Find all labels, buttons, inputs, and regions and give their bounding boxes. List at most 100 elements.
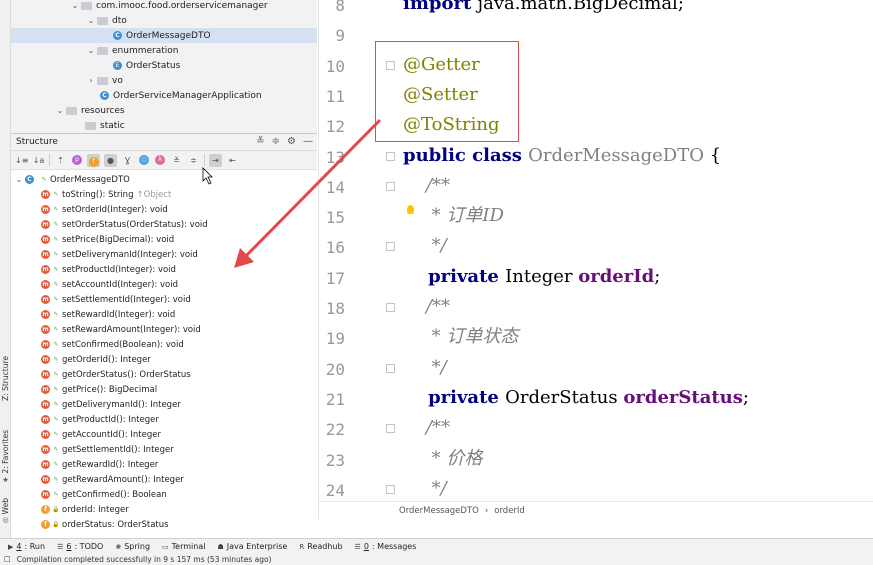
show-non-public-icon[interactable]: ●: [104, 153, 117, 167]
structure-side-tab[interactable]: Z: Structure: [0, 356, 11, 401]
expand-icon[interactable]: ≚: [170, 154, 183, 167]
tool-window-spring[interactable]: ❀ Spring: [115, 542, 150, 551]
show-properties-icon[interactable]: p: [72, 155, 82, 165]
tool-window-terminal[interactable]: ▭ Terminal: [162, 542, 205, 551]
tree-item-resources[interactable]: ⌄ resources: [54, 103, 125, 118]
structure-member[interactable]: m ✎ getSettlementId(): Integer: [41, 442, 174, 457]
structure-member[interactable]: f 🔒 orderId: Integer: [41, 502, 129, 517]
public-icon: ✎: [53, 296, 59, 303]
method-icon: m: [41, 265, 50, 274]
sort-by-visibility-icon[interactable]: ↓≡: [15, 154, 28, 167]
structure-member[interactable]: m ✎ getRewardId(): Integer: [41, 457, 158, 472]
structure-member[interactable]: m ✎ getOrderStatus(): OrderStatus: [41, 367, 191, 382]
fold-marker-icon[interactable]: [386, 363, 395, 373]
web-side-tab-label: Web: [1, 498, 10, 515]
structure-member[interactable]: m ✎ setDeliverymanId(Integer): void: [41, 247, 198, 262]
fold-marker-icon[interactable]: [386, 151, 395, 161]
breadcrumb-member[interactable]: orderId: [494, 506, 525, 516]
tool-window-java-enterprise[interactable]: ☗ Java Enterprise: [217, 542, 287, 551]
structure-member[interactable]: m ✎ setRewardAmount(Integer): void: [41, 322, 201, 337]
line-number: 10: [325, 56, 345, 76]
favorites-side-tab[interactable]: 2: Favorites ★: [0, 430, 11, 484]
tool-window-readhub[interactable]: R Readhub: [299, 542, 342, 551]
tree-item-ordermessagedto[interactable]: C OrderMessageDTO: [11, 28, 317, 43]
show-lambdas-icon[interactable]: Ɣ: [121, 154, 134, 167]
tool-window-label: : TODO: [74, 542, 104, 551]
structure-member[interactable]: m ✎ getOrderId(): Integer: [41, 352, 151, 367]
chevron-down-icon[interactable]: ⌄: [85, 16, 97, 25]
tree-item-orderstatus[interactable]: E OrderStatus: [113, 58, 180, 73]
expand-all-icon[interactable]: ≚: [256, 136, 264, 147]
collapse-all-icon[interactable]: ≑: [272, 136, 280, 147]
show-anonymous-icon[interactable]: ○: [139, 155, 149, 165]
fold-marker-icon[interactable]: [386, 303, 395, 312]
tree-item-application[interactable]: C OrderServiceManagerApplication: [100, 88, 262, 103]
tree-item-package[interactable]: ⌄ com.imooc.food.orderservicemanager: [69, 0, 268, 13]
sort-alphabetically-icon[interactable]: ↓a: [32, 154, 45, 167]
tool-window-todo[interactable]: ☰ 6: TODO: [57, 542, 103, 551]
status-panel-icon[interactable]: ☐: [4, 555, 11, 564]
favorites-side-tab-label: 2: Favorites: [1, 430, 10, 474]
tool-window-messages[interactable]: ☰ 0: Messages: [355, 542, 417, 551]
autoscroll-to-source-icon[interactable]: ⇥: [209, 153, 222, 167]
chevron-down-icon[interactable]: ⌄: [13, 175, 25, 184]
structure-member-label: getPrice(): BigDecimal: [62, 384, 158, 395]
lightbulb-icon[interactable]: [407, 205, 414, 214]
structure-member[interactable]: m ✎ getProductId(): Integer: [41, 412, 159, 427]
method-icon: m: [41, 295, 50, 304]
fold-marker-icon[interactable]: [386, 424, 395, 434]
tree-item-vo[interactable]: › vo: [85, 73, 122, 88]
tree-item-label: OrderStatus: [126, 60, 181, 71]
show-annotations-icon[interactable]: λ: [155, 155, 165, 165]
fold-marker-icon[interactable]: [386, 484, 395, 494]
tree-item-label: OrderMessageDTO: [126, 30, 211, 41]
code-token: Integer: [505, 265, 579, 287]
structure-member[interactable]: m ✎ setOrderId(Integer): void: [41, 202, 168, 217]
structure-member[interactable]: m ✎ setOrderStatus(OrderStatus): void: [41, 217, 208, 232]
line-number: 23: [325, 450, 345, 470]
autoscroll-from-source-icon[interactable]: ⇤: [226, 154, 239, 167]
structure-member[interactable]: f 🔒 orderStatus: OrderStatus: [41, 517, 169, 532]
collapse-icon[interactable]: ≑: [187, 154, 200, 167]
fold-marker-icon[interactable]: [386, 181, 395, 191]
structure-member[interactable]: m ✎ getConfirmed(): Boolean: [41, 487, 167, 502]
chevron-right-icon[interactable]: ›: [85, 76, 97, 85]
public-icon: ✎: [53, 206, 59, 213]
structure-member[interactable]: m ✎ setAccountId(Integer): void: [41, 277, 178, 292]
breadcrumb-class[interactable]: OrderMessageDTO: [399, 506, 479, 516]
private-icon: 🔒: [52, 521, 60, 528]
minimize-icon[interactable]: —: [303, 136, 313, 147]
structure-member[interactable]: m ✎ getRewardAmount(): Integer: [41, 472, 184, 487]
structure-member[interactable]: m ✎ setConfirmed(Boolean): void: [41, 337, 184, 352]
code-token: import: [403, 0, 478, 14]
structure-member[interactable]: m ✎ setPrice(BigDecimal): void: [41, 232, 174, 247]
tree-item-static[interactable]: static: [85, 118, 125, 133]
structure-member[interactable]: m ✎ getPrice(): BigDecimal: [41, 382, 157, 397]
structure-member[interactable]: m ✎ toString(): String ↑Object: [41, 187, 171, 202]
public-icon: ✎: [53, 446, 59, 453]
structure-header: Structure ≚ ≑ ⚙ —: [11, 134, 317, 151]
tree-item-enummeration[interactable]: ⌄ enummeration: [85, 43, 179, 58]
tool-window-label: Java Enterprise: [226, 542, 288, 551]
public-icon: ✎: [53, 476, 59, 483]
method-icon: m: [41, 355, 50, 364]
show-inherited-icon[interactable]: ⇡: [54, 154, 67, 167]
show-fields-icon[interactable]: f: [87, 153, 100, 167]
structure-member[interactable]: m ✎ setSettlementId(Integer): void: [41, 292, 191, 307]
structure-member[interactable]: m ✎ setProductId(Integer): void: [41, 262, 176, 277]
chevron-down-icon[interactable]: ⌄: [69, 1, 81, 10]
structure-root[interactable]: ⌄ C ✎ OrderMessageDTO: [13, 172, 130, 187]
structure-member[interactable]: m ✎ setRewardId(Integer): void: [41, 307, 175, 322]
fold-marker-icon[interactable]: [386, 242, 395, 252]
structure-member[interactable]: m ✎ getAccountId(): Integer: [41, 427, 161, 442]
structure-toolbar: ↓≡ ↓a ⇡ p f ● Ɣ ○ λ ≚ ≑ ⇥ ⇤: [11, 151, 317, 170]
structure-member[interactable]: m ✎ getDeliverymanId(): Integer: [41, 397, 181, 412]
tree-item-dto[interactable]: ⌄ dto: [85, 13, 127, 28]
code-line: * 价格: [403, 448, 483, 469]
chevron-down-icon[interactable]: ⌄: [85, 46, 97, 55]
gear-icon[interactable]: ⚙: [287, 136, 296, 147]
project-tree: ⌄ com.imooc.food.orderservicemanager ⌄ d…: [11, 0, 317, 133]
web-side-tab[interactable]: Web ◎: [0, 498, 11, 524]
tool-window-run[interactable]: ▶ 4: Run: [8, 542, 45, 551]
chevron-down-icon[interactable]: ⌄: [54, 106, 66, 115]
